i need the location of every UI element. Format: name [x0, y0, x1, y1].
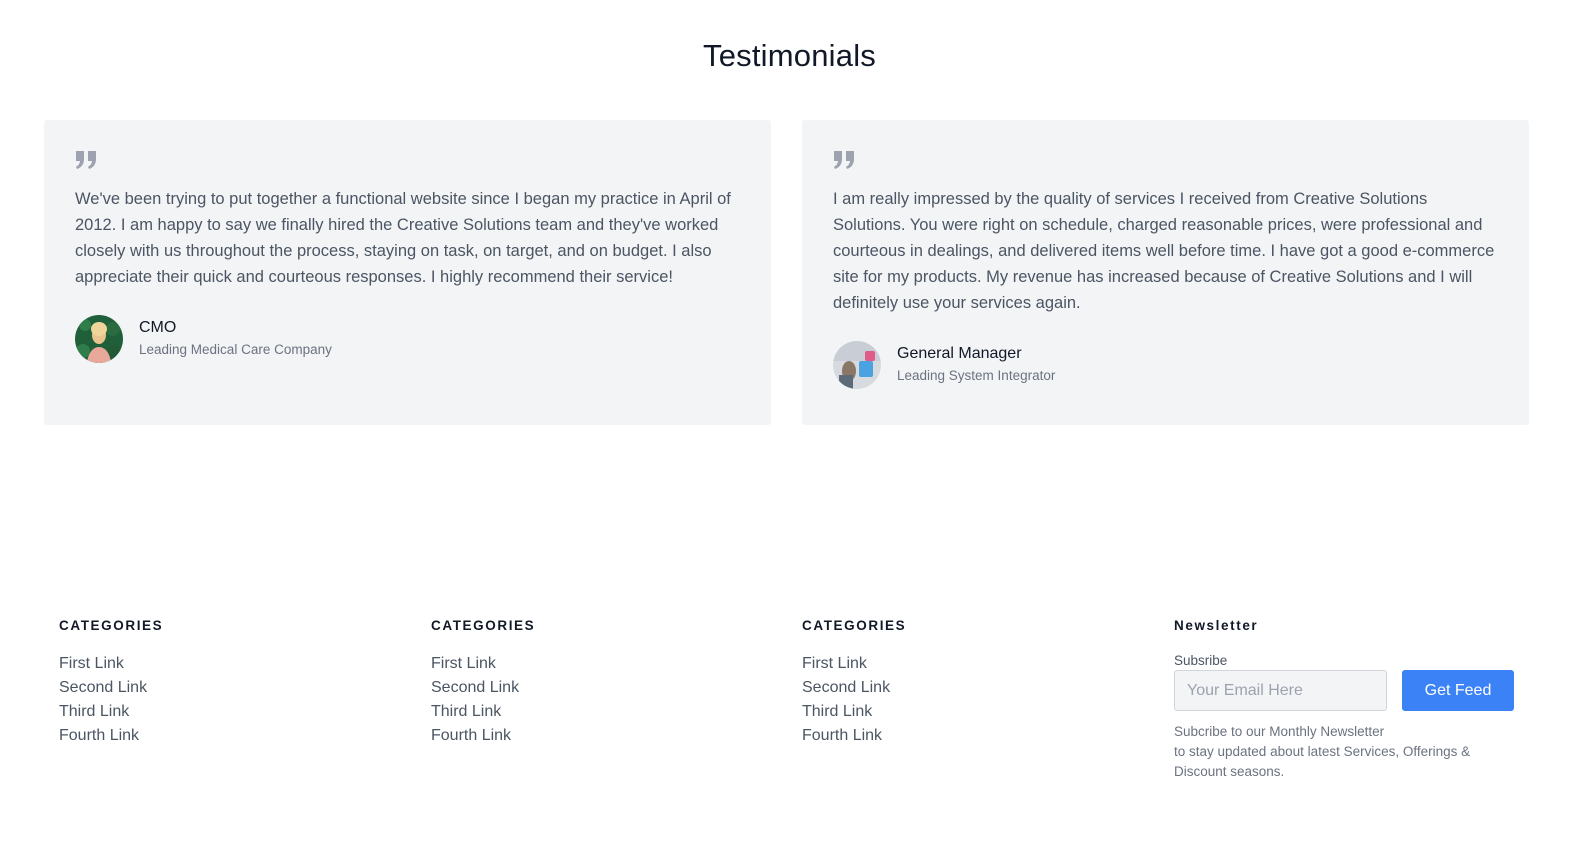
- footer-link[interactable]: First Link: [59, 652, 389, 676]
- author-name: CMO: [139, 319, 177, 336]
- footer-link[interactable]: Fourth Link: [431, 724, 761, 748]
- avatar: [833, 341, 881, 389]
- newsletter-description-line: Subcribe to our Monthly Newsletter: [1174, 724, 1385, 739]
- newsletter-form: Get Feed: [1174, 670, 1524, 711]
- footer-link[interactable]: Fourth Link: [59, 724, 389, 748]
- author-role: Leading System Integrator: [897, 368, 1056, 383]
- column-heading: CATEGORIES: [59, 618, 164, 633]
- footer-link[interactable]: Fourth Link: [802, 724, 1132, 748]
- link-list: First Link Second Link Third Link Fourth…: [59, 652, 389, 748]
- newsletter-description: Subcribe to our Monthly Newsletter to st…: [1174, 722, 1494, 782]
- column-heading: CATEGORIES: [802, 618, 907, 633]
- avatar: [75, 315, 123, 363]
- footer-link[interactable]: First Link: [802, 652, 1132, 676]
- email-input[interactable]: [1174, 670, 1387, 711]
- column-heading: CATEGORIES: [431, 618, 536, 633]
- footer-link[interactable]: First Link: [431, 652, 761, 676]
- footer-link[interactable]: Second Link: [802, 676, 1132, 700]
- quote-icon: [833, 150, 857, 172]
- testimonial-text: We've been trying to put together a func…: [75, 190, 731, 286]
- subscribe-label: Subsribe: [1174, 653, 1228, 668]
- testimonial-author: General Manager Leading System Integrato…: [833, 341, 1498, 389]
- footer-column: CATEGORIES First Link Second Link Third …: [431, 617, 761, 748]
- quote-icon: [75, 150, 99, 172]
- footer-link[interactable]: Third Link: [802, 700, 1132, 724]
- newsletter-description-line: to stay updated about latest Services, O…: [1174, 744, 1471, 759]
- footer-column: CATEGORIES First Link Second Link Third …: [802, 617, 1132, 748]
- newsletter-column: Newsletter Subsribe Get Feed Subcribe to…: [1174, 617, 1524, 782]
- testimonial-author: CMO Leading Medical Care Company: [75, 315, 740, 363]
- footer-link[interactable]: Third Link: [431, 700, 761, 724]
- footer-link[interactable]: Second Link: [59, 676, 389, 700]
- author-name: General Manager: [897, 345, 1022, 362]
- newsletter-heading: Newsletter: [1174, 618, 1259, 633]
- testimonial-text: I am really impressed by the quality of …: [833, 190, 1495, 312]
- footer-link[interactable]: Second Link: [431, 676, 761, 700]
- author-role: Leading Medical Care Company: [139, 342, 332, 357]
- footer-link[interactable]: Third Link: [59, 700, 389, 724]
- footer-column: CATEGORIES First Link Second Link Third …: [59, 617, 389, 748]
- link-list: First Link Second Link Third Link Fourth…: [431, 652, 761, 748]
- link-list: First Link Second Link Third Link Fourth…: [802, 652, 1132, 748]
- testimonial-card: We've been trying to put together a func…: [44, 120, 771, 425]
- get-feed-button[interactable]: Get Feed: [1402, 670, 1514, 711]
- section-title: Testimonials: [703, 38, 876, 73]
- testimonial-card: I am really impressed by the quality of …: [802, 120, 1529, 425]
- newsletter-description-line: Discount seasons.: [1174, 764, 1285, 779]
